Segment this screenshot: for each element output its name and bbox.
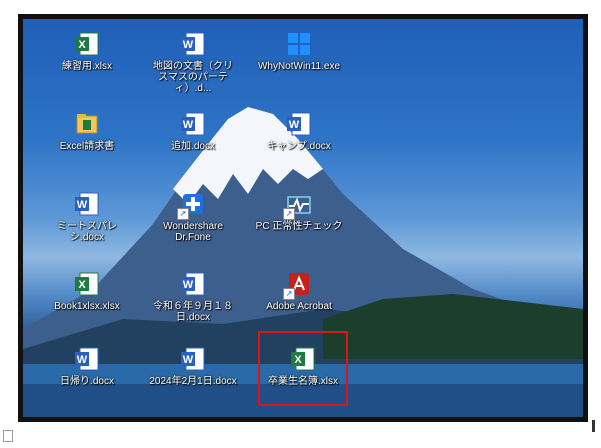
desktop-background: X 練習用.xlsx W 地図の文書（クリスマスのパーティ）.d... WhyN… bbox=[23, 19, 583, 417]
desktop-icon-word-meet[interactable]: W ミートスパレシ.docx bbox=[43, 191, 131, 255]
desktop-icon-label: Wondershare Dr.Fone bbox=[163, 221, 223, 243]
svg-text:W: W bbox=[183, 279, 194, 291]
svg-text:W: W bbox=[77, 354, 88, 366]
desktop-icon-label: 地図の文書（クリスマスのパーティ）.d... bbox=[153, 61, 233, 94]
svg-text:W: W bbox=[183, 119, 194, 131]
desktop-icon-label: 2024年2月1日.docx bbox=[149, 376, 237, 387]
word-file-icon: W bbox=[180, 111, 206, 137]
desktop-icon-label: 追加.docx bbox=[171, 141, 215, 152]
svg-text:W: W bbox=[289, 119, 300, 131]
page-icon bbox=[3, 430, 13, 442]
desktop-icon-label: 日帰り.docx bbox=[60, 376, 114, 387]
folder-icon bbox=[74, 111, 100, 137]
word-file-icon: W bbox=[180, 31, 206, 57]
desktop-icon-word-map[interactable]: W 地図の文書（クリスマスのパーティ）.d... bbox=[149, 31, 237, 95]
shortcut-arrow-icon: ↗ bbox=[283, 288, 295, 300]
desktop-icon-label: 令和６年９月１８日.docx bbox=[153, 301, 233, 323]
desktop-icon-wondershare[interactable]: ↗ Wondershare Dr.Fone bbox=[149, 191, 237, 255]
word-file-icon: W bbox=[180, 271, 206, 297]
word-file-icon: W bbox=[74, 191, 100, 217]
screenshot-frame: X 練習用.xlsx W 地図の文書（クリスマスのパーティ）.d... WhyN… bbox=[18, 14, 588, 422]
svg-text:X: X bbox=[78, 279, 86, 291]
desktop-icon-word-daytrip[interactable]: W 日帰り.docx bbox=[43, 346, 131, 410]
desktop-icon-excel-practice[interactable]: X 練習用.xlsx bbox=[43, 31, 131, 95]
windows-logo-icon bbox=[286, 31, 312, 57]
desktop-icon-label: キャンプ.docx bbox=[267, 141, 331, 152]
svg-text:W: W bbox=[183, 354, 194, 366]
word-file-icon: W bbox=[286, 111, 312, 137]
desktop-icon-word-2024[interactable]: W 2024年2月1日.docx bbox=[149, 346, 237, 410]
svg-text:W: W bbox=[183, 39, 194, 51]
shortcut-arrow-icon: ↗ bbox=[283, 208, 295, 220]
desktop-icon-label: Book1xlsx.xlsx bbox=[54, 301, 120, 312]
desktop-icon-label: ミートスパレシ.docx bbox=[57, 221, 117, 243]
edge-mark bbox=[592, 420, 595, 432]
highlight-box bbox=[258, 331, 348, 406]
desktop-icon-label: WhyNotWin11.exe bbox=[257, 61, 341, 72]
heartbeat-icon: ↗ bbox=[283, 191, 312, 220]
plus-app-icon: ↗ bbox=[177, 191, 206, 220]
desktop-icon-word-camp[interactable]: W キャンプ.docx bbox=[255, 111, 343, 175]
shortcut-arrow-icon: ↗ bbox=[177, 208, 189, 220]
desktop-icon-pc-health-check[interactable]: ↗ PC 正常性チェック bbox=[255, 191, 343, 255]
svg-text:W: W bbox=[77, 199, 88, 211]
desktop-icon-excel-invoice[interactable]: Excel請求書 bbox=[43, 111, 131, 175]
desktop-icon-adobe-acrobat[interactable]: ↗ Adobe Acrobat bbox=[255, 271, 343, 335]
desktop-icon-whynotwin11[interactable]: WhyNotWin11.exe bbox=[255, 31, 343, 95]
desktop-icon-label: Excel請求書 bbox=[59, 141, 115, 152]
word-file-icon: W bbox=[180, 346, 206, 372]
desktop-icon-excel-book1[interactable]: X Book1xlsx.xlsx bbox=[43, 271, 131, 335]
excel-file-icon: X bbox=[74, 271, 100, 297]
desktop-icon-label: Adobe Acrobat bbox=[266, 301, 332, 312]
desktop-icon-word-add[interactable]: W 追加.docx bbox=[149, 111, 237, 175]
excel-file-icon: X bbox=[74, 31, 100, 57]
svg-text:X: X bbox=[78, 39, 86, 51]
pdf-icon: ↗ bbox=[283, 271, 312, 300]
word-file-icon: W bbox=[74, 346, 100, 372]
desktop-icon-word-reiwa[interactable]: W 令和６年９月１８日.docx bbox=[149, 271, 237, 335]
desktop-icon-label: 練習用.xlsx bbox=[62, 61, 112, 72]
desktop-icon-label: PC 正常性チェック bbox=[255, 221, 343, 232]
